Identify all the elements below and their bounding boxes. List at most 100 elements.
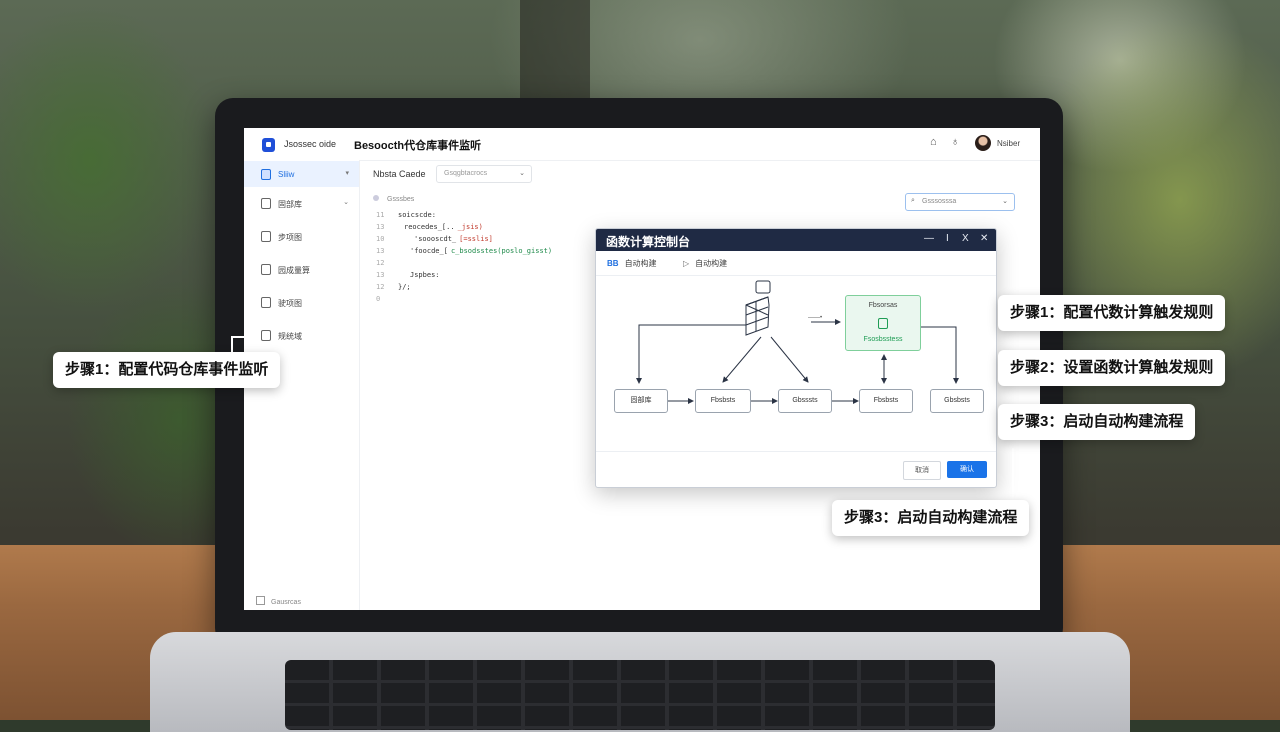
dialog-footer: 取消 确认 <box>596 451 996 487</box>
line-number: 13 <box>376 223 385 231</box>
code-token: [=sslis] <box>459 235 493 243</box>
rules-icon <box>261 330 271 341</box>
function-icon <box>878 318 888 329</box>
flow-diagram <box>636 280 959 404</box>
flow-node-4[interactable]: Fbsbsts <box>859 389 913 413</box>
branch-select-value: Gsqgbtacrocs <box>444 170 488 177</box>
code-line: 10 'soooscdt_ [=sslis] <box>369 235 493 243</box>
line-number: 10 <box>376 235 385 243</box>
bell-icon[interactable]: ♁ <box>951 136 959 148</box>
dialog-header: 函数计算控制台 — I X ✕ <box>596 229 996 251</box>
close-icon[interactable]: ✕ <box>980 233 988 244</box>
steps-icon <box>261 231 271 242</box>
username[interactable]: Nsiber <box>997 139 1020 148</box>
tab-auto-build-2[interactable]: ▷ 自动构建 <box>683 258 727 269</box>
sidebar-item-compute[interactable]: 园成量算 <box>244 256 359 282</box>
page-title: Besoocth代仓库事件监听 <box>354 140 482 152</box>
code-token: 'soooscdt_ <box>414 235 457 243</box>
code-token: }/; <box>398 283 411 291</box>
code-line: 13 reocedes_[.. _jsis) <box>369 223 483 231</box>
tab-icon: BB <box>607 259 619 268</box>
search-input[interactable]: ⌕ Gsssosssa ⌄ <box>905 193 1015 211</box>
tab-label: 自动构建 <box>624 259 657 268</box>
maximize-button[interactable]: X <box>962 233 969 244</box>
tab-auto-build-1[interactable]: BB 自动构建 <box>607 258 657 269</box>
function-node[interactable]: Fbsorsas Fsosbsstess <box>845 295 921 351</box>
dialog-tabs: BB 自动构建 ▷ 自动构建 <box>596 251 996 276</box>
list-icon <box>261 169 271 180</box>
callout-step3: 步骤3：启动自动构建流程 <box>998 404 1196 440</box>
flow-node-repo[interactable]: 固部库 <box>614 389 668 413</box>
drive-icon <box>261 297 271 308</box>
sidebar-item-label: Sliiw <box>278 170 295 179</box>
flow-node-2[interactable]: Fbsbsts <box>695 389 751 413</box>
cancel-button[interactable]: 取消 <box>903 461 941 480</box>
sidebar-item-label: 规统域 <box>278 332 302 341</box>
app-logo-icon[interactable] <box>262 138 275 152</box>
tab-icon: ▷ <box>683 259 690 268</box>
chevron-down-icon: ⌄ <box>1002 198 1008 205</box>
code-line: 12 }/; <box>369 283 411 291</box>
code-line: 12 <box>369 259 398 267</box>
sidebar-item-drive[interactable]: 驶项图 <box>244 289 359 315</box>
callout-step1-right: 步骤1：配置代数计算触发规则 <box>998 295 1226 331</box>
file-dot-icon <box>373 195 379 201</box>
code-editor[interactable]: Gsssbes 11 soicscde: 13 reocedes_[.. _jsis) 1… <box>369 190 599 310</box>
search-placeholder: Gsssosssa <box>922 198 957 205</box>
sidebar-item-repo[interactable]: 固部库 ⌄ <box>244 190 359 216</box>
code-token: 'foocde_[ <box>410 247 448 255</box>
sidebar-item-label: 步项图 <box>278 233 302 242</box>
main-section-label: Nbsta Caede <box>373 169 426 179</box>
callout-connector <box>1012 448 1014 500</box>
callout-step1-left: 步骤1：配置代码仓库事件监听 <box>53 352 281 388</box>
code-header-label: Gsssbes <box>387 196 415 203</box>
compute-icon <box>261 264 271 275</box>
code-line: 13 'foocde_[c_bsodsstes(poslo_gisst) <box>369 247 552 255</box>
home-icon[interactable]: ⌂ <box>930 136 937 148</box>
sidebar-item-label: 园成量算 <box>278 266 310 275</box>
dialog-title: 函数计算控制台 <box>606 235 691 249</box>
code-token: Jspbes: <box>410 271 440 279</box>
repo-icon <box>261 198 271 209</box>
tab-label: 自动构建 <box>695 259 728 268</box>
function-node-subtitle: Fsosbsstess <box>863 336 903 343</box>
code-token: soicscde: <box>398 211 436 219</box>
code-token: _jsis) <box>457 223 483 231</box>
line-number: 13 <box>376 247 385 255</box>
callout-step2: 步骤2：设置函数计算触发规则 <box>998 350 1226 386</box>
callout-connector <box>231 336 233 352</box>
code-line: 11 soicscde: <box>369 211 436 219</box>
code-token: c_bsodsstes(poslo_gisst) <box>450 247 553 255</box>
code-header: Gsssbes <box>373 195 414 203</box>
code-line: 0 <box>369 295 398 303</box>
minimize-button[interactable]: — <box>924 233 934 244</box>
avatar[interactable] <box>975 135 991 151</box>
callout-connector <box>231 336 245 338</box>
line-number: 12 <box>376 259 385 267</box>
code-token: reocedes_[.. <box>404 223 455 231</box>
flow-node-5[interactable]: Gbsbsts <box>930 389 984 413</box>
sidebar-item-rules[interactable]: 规统域 <box>244 322 359 348</box>
callout-step3-bottom: 步骤3：启动自动构建流程 <box>832 500 1030 536</box>
top-bar: Jsossec oide Besoocth代仓库事件监听 ⌂ ♁ Nsiber <box>244 128 1040 161</box>
confirm-button[interactable]: 确认 <box>947 461 987 478</box>
line-number: 12 <box>376 283 385 291</box>
function-node-title: Fbsorsas <box>868 302 898 309</box>
sidebar-footer-label: Gausrcas <box>271 599 301 606</box>
code-line: 13 Jspbes: <box>369 271 440 279</box>
sidebar-item-steps[interactable]: 步项图 <box>244 223 359 249</box>
chevron-down-icon: ⌄ <box>343 199 349 206</box>
sidebar-footer[interactable]: Gausrcas <box>256 596 301 606</box>
flow-node-3[interactable]: Gbsssts <box>778 389 832 413</box>
edge-label: ——• <box>808 315 823 321</box>
function-compute-dialog: 函数计算控制台 — I X ✕ BB 自动构建 ▷ 自动构建 ——• Fbsor… <box>595 228 997 488</box>
sidebar-item-sliiw[interactable]: Sliiw ▾ <box>244 161 359 187</box>
line-number: 13 <box>376 271 385 279</box>
sidebar-item-label: 驶项图 <box>278 299 302 308</box>
app-name: Jsossec oide <box>284 139 337 149</box>
search-icon: ⌕ <box>911 197 915 204</box>
restore-button[interactable]: I <box>946 233 949 244</box>
line-number: 0 <box>376 295 381 303</box>
branch-select[interactable]: Gsqgbtacrocs ⌄ <box>436 165 532 183</box>
sidebar-item-label: 固部库 <box>278 200 302 209</box>
